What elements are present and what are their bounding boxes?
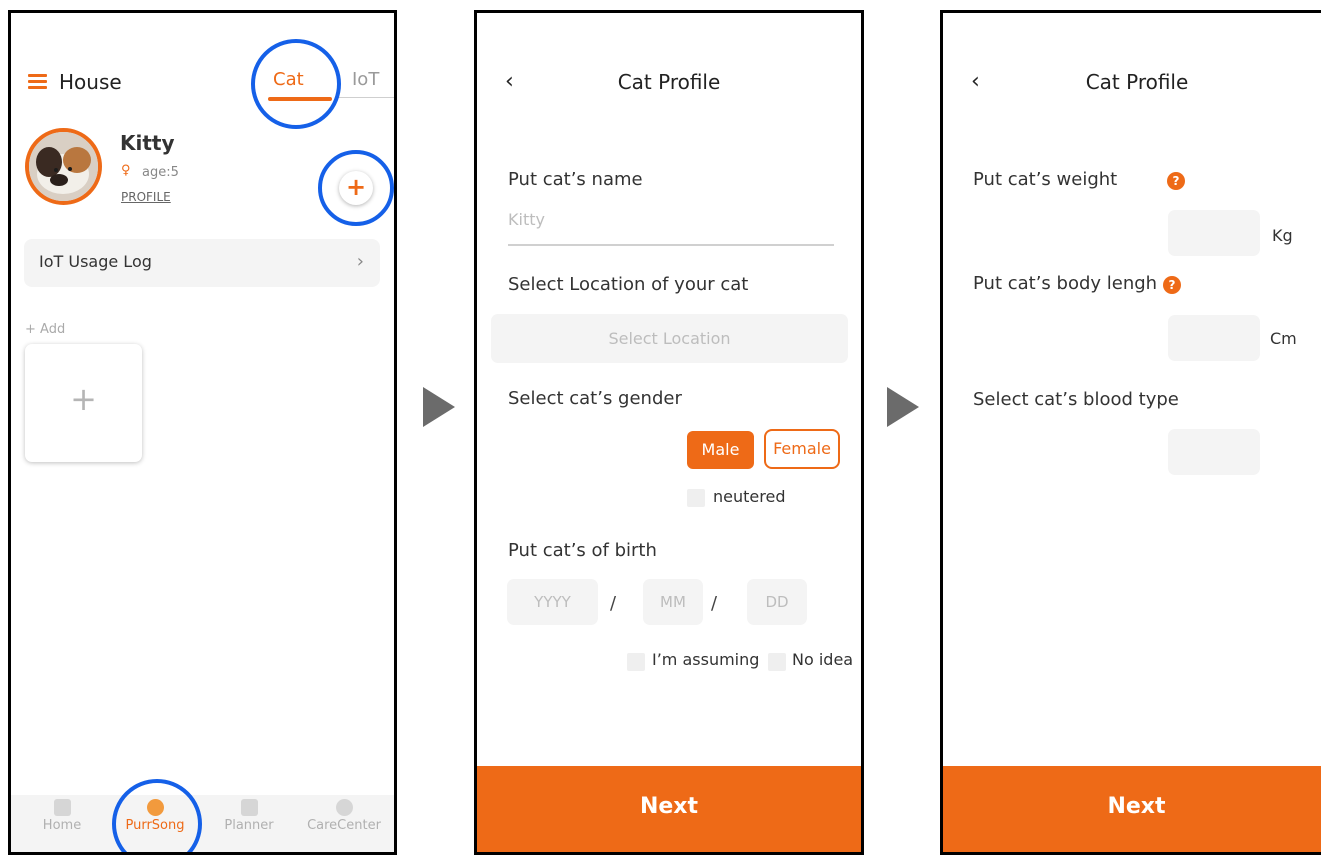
month-input[interactable]: MM: [643, 579, 703, 625]
chevron-right-icon: ›: [356, 251, 364, 272]
select-location-button[interactable]: Select Location: [491, 314, 848, 363]
body-length-label: Put cat’s body lengh: [973, 273, 1158, 294]
house-screen: House Cat IoT Kitty ♀ age:5 PROFILE + Io…: [8, 10, 397, 855]
year-input[interactable]: YYYY: [507, 579, 598, 625]
home-icon: [53, 799, 71, 816]
no-idea-checkbox[interactable]: [768, 653, 786, 671]
tab-planner[interactable]: Planner: [209, 799, 289, 833]
highlight-circle-purrsong-tab: [112, 779, 202, 852]
flow-arrow-icon: [423, 387, 455, 427]
profile-link[interactable]: PROFILE: [121, 190, 171, 204]
location-label: Select Location of your cat: [508, 274, 749, 295]
neutered-label: neutered: [713, 487, 786, 506]
weight-label: Put cat’s weight: [973, 169, 1118, 190]
body-length-input[interactable]: [1168, 315, 1260, 361]
next-button[interactable]: Next: [477, 766, 861, 852]
help-icon[interactable]: ?: [1163, 276, 1181, 294]
tab-carecenter[interactable]: CareCenter: [304, 799, 384, 833]
neutered-checkbox[interactable]: [687, 489, 705, 507]
add-graph-card[interactable]: +: [25, 344, 142, 462]
female-button[interactable]: Female: [764, 429, 840, 469]
cat-age: age:5: [142, 165, 179, 180]
gender-label: Select cat’s gender: [508, 388, 682, 409]
calendar-icon: [240, 799, 258, 816]
assuming-checkbox[interactable]: [627, 653, 645, 671]
date-separator: /: [711, 593, 718, 614]
weight-input[interactable]: [1168, 210, 1260, 256]
cat-avatar[interactable]: [25, 128, 102, 205]
hamburger-icon[interactable]: [28, 74, 47, 89]
care-icon: [335, 799, 353, 816]
body-length-unit: Cm: [1270, 329, 1297, 348]
cat-profile-screen-2: ‹ Cat Profile Put cat’s weight ? Kg Put …: [940, 10, 1321, 855]
no-idea-label: No idea: [792, 650, 854, 669]
assuming-label: I’m assuming: [652, 650, 760, 669]
birth-label: Put cat’s of birth: [508, 540, 657, 561]
tab-planner-label: Planner: [224, 818, 274, 833]
blood-type-select[interactable]: [1168, 429, 1260, 475]
bottom-tab-bar: Home PurrSong Planner CareCenter: [11, 795, 394, 852]
iot-usage-log-row[interactable]: IoT Usage Log ›: [24, 239, 380, 287]
name-label: Put cat’s name: [508, 169, 643, 190]
flow-arrow-icon: [887, 387, 919, 427]
cat-name: Kitty: [120, 131, 175, 155]
tab-carecenter-label: CareCenter: [307, 818, 381, 833]
tab-home-label: Home: [42, 818, 82, 833]
date-separator: /: [610, 593, 617, 614]
cat-name-input[interactable]: Kitty: [508, 210, 834, 246]
highlight-circle-add-button: [318, 150, 394, 226]
page-title: Cat Profile: [1085, 70, 1189, 94]
female-icon: ♀: [121, 163, 131, 178]
cat-name-placeholder: Kitty: [508, 210, 545, 229]
page-title: House: [59, 70, 122, 94]
male-button[interactable]: Male: [687, 431, 754, 469]
blood-type-label: Select cat’s blood type: [973, 389, 1179, 410]
highlight-circle-cat-tab: [251, 39, 341, 129]
cat-profile-screen-1: ‹ Cat Profile Put cat’s name Kitty Selec…: [474, 10, 864, 855]
weight-unit: Kg: [1272, 226, 1293, 245]
plus-icon: +: [70, 380, 97, 418]
page-title: Cat Profile: [617, 70, 721, 94]
tab-divider: [336, 97, 394, 98]
tab-home[interactable]: Home: [22, 799, 102, 833]
tab-iot[interactable]: IoT: [352, 69, 379, 90]
cat-photo: [29, 132, 98, 201]
iot-usage-log-label: IoT Usage Log: [39, 252, 152, 271]
help-icon[interactable]: ?: [1167, 172, 1185, 190]
day-input[interactable]: DD: [747, 579, 807, 625]
next-button[interactable]: Next: [943, 766, 1321, 852]
